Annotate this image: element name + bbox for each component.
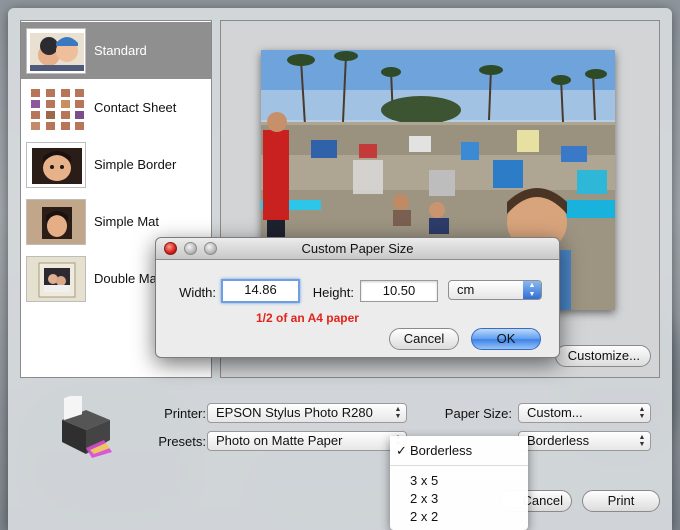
printer-popup[interactable]: EPSON Stylus Photo R280 ▲ ▼: [207, 403, 407, 423]
style-item-contact-sheet[interactable]: Contact Sheet: [21, 79, 211, 136]
dialog-title: Custom Paper Size: [301, 241, 414, 256]
style-label-contact-sheet: Contact Sheet: [94, 100, 177, 115]
popup-arrows-icon: ▲▼: [638, 406, 646, 420]
presets-popup[interactable]: Photo on Matte Paper ▲▼: [207, 431, 407, 451]
dialog-ok-button[interactable]: OK: [471, 328, 541, 350]
menu-item-borderless[interactable]: Borderless: [390, 442, 528, 460]
width-field[interactable]: 14.86: [221, 279, 300, 303]
presets-label: Presets:: [158, 434, 206, 449]
custom-paper-size-dialog: Custom Paper Size Width: 14.86 Height: 1…: [155, 237, 560, 358]
paper-size-popup-value: Custom...: [527, 405, 583, 420]
presets-popup-value: Photo on Matte Paper: [216, 433, 343, 448]
dialog-cancel-button[interactable]: Cancel: [389, 328, 459, 350]
unit-popup[interactable]: cm ▲ ▼: [448, 280, 542, 300]
paper-size-hint: 1/2 of an A4 paper: [256, 311, 359, 325]
printer-icon: [52, 392, 118, 460]
menu-item-2x2[interactable]: 2 x 2: [390, 508, 528, 526]
paper-size-popup[interactable]: Custom... ▲ ▼: [518, 403, 651, 423]
style-label-simple-mat: Simple Mat: [94, 214, 160, 229]
paper-size-label: Paper Size:: [444, 406, 512, 421]
printer-popup-value: EPSON Stylus Photo R280: [216, 405, 373, 420]
popup-arrows-icon: ▲▼: [638, 434, 646, 448]
print-size-popup-value: Borderless: [527, 433, 590, 448]
popup-arrows-icon: ▲▼: [523, 281, 541, 299]
menu-item-3x5[interactable]: 3 x 5: [390, 472, 528, 490]
simple-border-thumbnail: [26, 141, 86, 188]
simple-mat-thumbnail: [26, 198, 86, 245]
style-label-simple-border: Simple Border: [94, 157, 177, 172]
style-item-standard[interactable]: Standard: [21, 22, 211, 79]
dialog-titlebar: Custom Paper Size: [156, 238, 559, 260]
printer-label: Printer:: [164, 406, 206, 421]
unit-popup-value: cm: [457, 282, 475, 297]
height-field[interactable]: 10.50: [360, 280, 438, 302]
width-label: Width:: [179, 285, 216, 300]
print-size-popup[interactable]: Borderless ▲ ▼: [518, 431, 651, 451]
style-item-simple-border[interactable]: Simple Border: [21, 136, 211, 193]
style-label-double-mat: Double Mat: [94, 271, 161, 286]
menu-separator: [390, 465, 528, 466]
popup-arrows-icon: ▲▼: [394, 406, 402, 420]
standard-thumbnail: [26, 27, 86, 74]
print-button[interactable]: Print: [582, 490, 660, 512]
customize-button[interactable]: Customize...: [555, 345, 651, 367]
contact-sheet-thumbnail: [26, 84, 86, 131]
style-label-standard: Standard: [94, 43, 147, 58]
double-mat-thumbnail: [26, 255, 86, 302]
height-label: Height:: [312, 285, 354, 300]
menu-item-2x3[interactable]: 2 x 3: [390, 490, 528, 508]
print-size-menu: Borderless 3 x 5 2 x 3 2 x 2: [390, 436, 528, 530]
